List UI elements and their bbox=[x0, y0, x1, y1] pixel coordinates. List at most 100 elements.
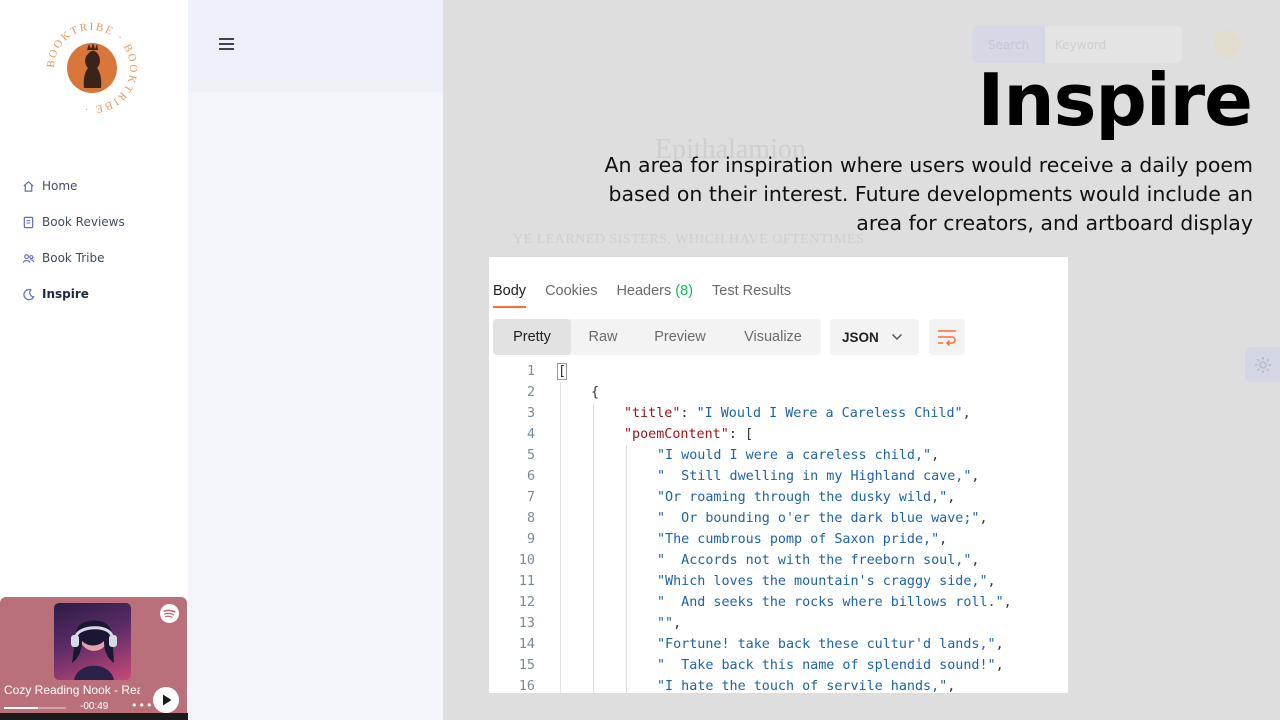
indent-guide bbox=[593, 634, 594, 655]
tab-headers[interactable]: Headers (8) bbox=[616, 283, 693, 299]
indent-guide bbox=[593, 508, 594, 529]
view-raw-button[interactable]: Raw bbox=[571, 319, 635, 355]
json-punctuation: , bbox=[971, 469, 980, 484]
code-text: " And seeks the rocks where billows roll… bbox=[657, 592, 1012, 613]
book-icon bbox=[23, 216, 34, 228]
indent-guide bbox=[560, 466, 561, 487]
indent-guide bbox=[593, 529, 594, 550]
json-punctuation: , bbox=[995, 658, 1004, 673]
indent-guide bbox=[593, 571, 594, 592]
json-punctuation: , bbox=[931, 448, 940, 463]
view-mode-group: Pretty Raw Preview Visualize bbox=[493, 319, 821, 355]
play-button[interactable] bbox=[153, 687, 179, 713]
json-string: "The cumbrous pomp of Saxon pride," bbox=[657, 532, 940, 547]
menu-toggle-icon[interactable] bbox=[219, 38, 234, 52]
code-line: 12 " And seeks the rocks where billows ro… bbox=[489, 592, 1068, 613]
api-response-panel: Body Cookies Headers (8) Test Results Pr… bbox=[489, 257, 1068, 693]
line-number: 16 bbox=[518, 679, 535, 693]
headers-count: (8) bbox=[675, 283, 694, 299]
indent-guide bbox=[593, 550, 594, 571]
tab-cookies[interactable]: Cookies bbox=[545, 283, 597, 299]
tab-test-results[interactable]: Test Results bbox=[712, 283, 791, 299]
json-punctuation: , bbox=[947, 679, 956, 693]
line-number: 5 bbox=[526, 448, 535, 463]
sidebar-item-home[interactable]: Home bbox=[22, 168, 125, 204]
json-punctuation: , bbox=[979, 511, 988, 526]
view-pretty-button[interactable]: Pretty bbox=[493, 319, 571, 355]
chevron-down-icon bbox=[891, 333, 902, 341]
code-line: 16 "I hate the touch of servile hands,", bbox=[489, 676, 1068, 693]
indent-guide bbox=[626, 508, 627, 529]
indent-guide bbox=[626, 550, 627, 571]
json-string: "I hate the touch of servile hands," bbox=[657, 679, 948, 693]
code-line: 13 "", bbox=[489, 613, 1068, 634]
line-number: 7 bbox=[526, 490, 535, 505]
indent-guide bbox=[593, 592, 594, 613]
code-line: 9 "The cumbrous pomp of Saxon pride,", bbox=[489, 529, 1068, 550]
indent-guide bbox=[560, 655, 561, 676]
spotify-icon[interactable] bbox=[160, 604, 179, 623]
view-preview-button[interactable]: Preview bbox=[635, 319, 725, 355]
code-text: "The cumbrous pomp of Saxon pride,", bbox=[657, 529, 947, 550]
main-nav: Home Book Reviews Book Tribe Inspire bbox=[22, 168, 125, 312]
code-text: { bbox=[591, 382, 599, 403]
more-options-button[interactable]: ••• bbox=[131, 699, 153, 712]
sidebar-item-label: Book Tribe bbox=[42, 251, 105, 265]
code-text: "", bbox=[657, 613, 681, 634]
json-punctuation: [ bbox=[744, 427, 753, 442]
home-icon bbox=[23, 180, 34, 192]
track-title[interactable]: Cozy Reading Nook - Rea bbox=[4, 683, 140, 697]
indent-guide bbox=[626, 634, 627, 655]
indent-guide bbox=[593, 424, 594, 445]
settings-button[interactable] bbox=[1245, 347, 1280, 382]
json-string: "Which loves the mountain's craggy side,… bbox=[657, 574, 988, 589]
indent-guide bbox=[560, 613, 561, 634]
line-number: 3 bbox=[526, 406, 535, 421]
code-text: "Fortune! take back these cultur'd lands… bbox=[657, 634, 1004, 655]
sidebar-item-inspire[interactable]: Inspire bbox=[22, 276, 125, 312]
code-text: "Which loves the mountain's craggy side,… bbox=[657, 571, 996, 592]
json-punctuation: , bbox=[962, 406, 971, 421]
indent-guide bbox=[626, 571, 627, 592]
sidebar-item-book-tribe[interactable]: Book Tribe bbox=[22, 240, 125, 276]
indent-guide bbox=[560, 676, 561, 693]
indent-guide bbox=[593, 676, 594, 693]
json-punctuation: , bbox=[673, 616, 682, 631]
indent-guide bbox=[593, 403, 594, 424]
booktribe-logo[interactable]: BOOKTRIBE · BOOKTRIBE · bbox=[46, 22, 138, 114]
view-visualize-button[interactable]: Visualize bbox=[725, 319, 821, 355]
wrap-lines-icon bbox=[938, 330, 956, 346]
indent-guide bbox=[626, 613, 627, 634]
json-punctuation: , bbox=[987, 574, 996, 589]
playback-progress-bar[interactable] bbox=[4, 707, 66, 709]
json-punctuation: , bbox=[971, 553, 980, 568]
code-text: [ bbox=[556, 361, 568, 382]
json-punctuation: , bbox=[939, 532, 948, 547]
indent-guide bbox=[593, 445, 594, 466]
json-string: "I would I were a careless child," bbox=[657, 448, 932, 463]
indent-guide bbox=[560, 634, 561, 655]
indent-guide bbox=[626, 592, 627, 613]
json-string: "I Would I Were a Careless Child" bbox=[696, 406, 963, 421]
indent-guide bbox=[560, 382, 561, 403]
user-avatar[interactable] bbox=[1213, 30, 1241, 58]
format-select[interactable]: JSON bbox=[830, 319, 919, 355]
tab-body[interactable]: Body bbox=[493, 283, 527, 308]
line-number: 1 bbox=[526, 364, 535, 379]
gear-icon bbox=[1254, 356, 1271, 373]
code-line: 15 " Take back this name of splendid soun… bbox=[489, 655, 1068, 676]
code-text: " Accords not with the freeborn soul,", bbox=[657, 550, 979, 571]
indent-guide bbox=[560, 592, 561, 613]
code-line: 5 "I would I were a careless child,", bbox=[489, 445, 1068, 466]
wrap-lines-button[interactable] bbox=[929, 319, 965, 355]
sidebar: BOOKTRIBE · BOOKTRIBE · Home Book Review… bbox=[0, 0, 260, 720]
indent-guide bbox=[626, 529, 627, 550]
progress-fill bbox=[4, 707, 39, 709]
time-remaining: -00:49 bbox=[80, 701, 109, 712]
format-label: JSON bbox=[842, 329, 879, 345]
line-number: 9 bbox=[526, 532, 535, 547]
sidebar-item-book-reviews[interactable]: Book Reviews bbox=[22, 204, 125, 240]
json-string: "" bbox=[657, 616, 674, 631]
indent-guide bbox=[593, 613, 594, 634]
json-code-view[interactable]: 1[2{3 "title": "I Would I Were a Careless… bbox=[489, 361, 1068, 693]
